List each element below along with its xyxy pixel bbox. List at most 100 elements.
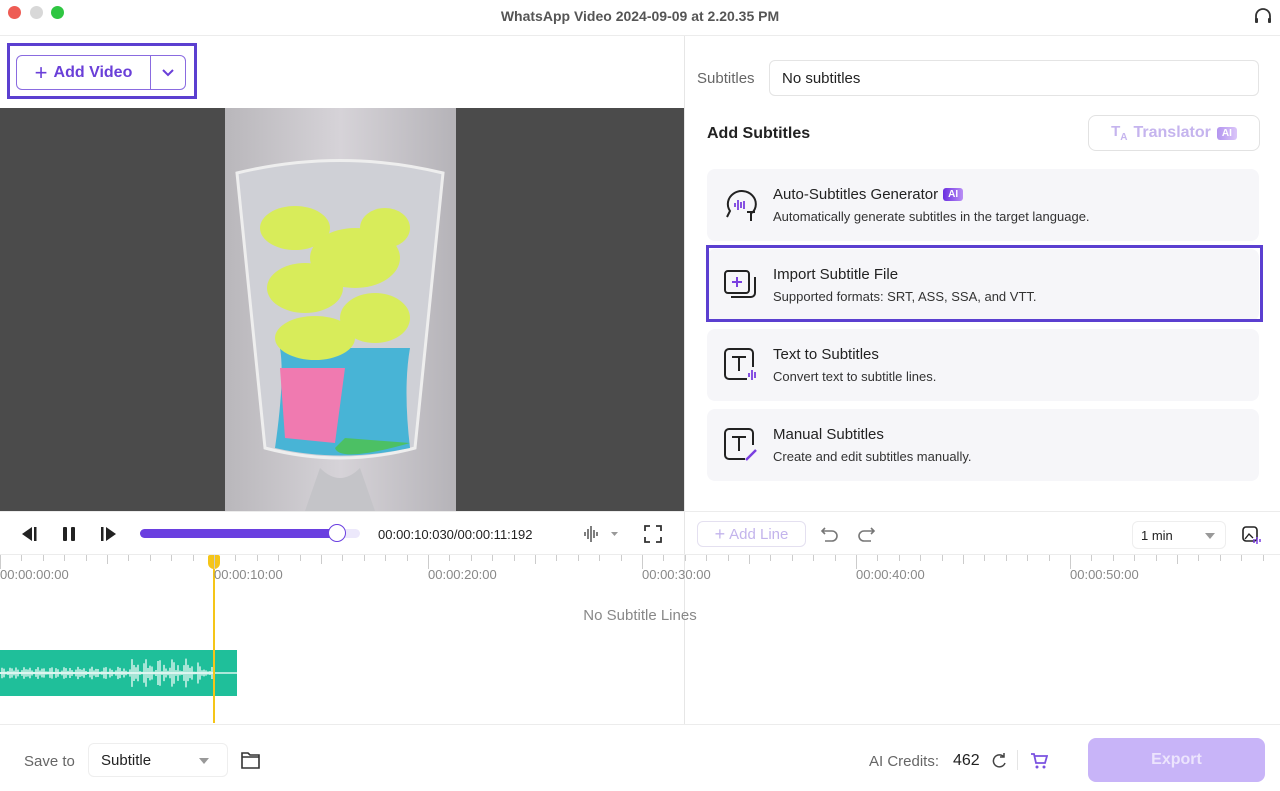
timeline-tick — [1112, 555, 1114, 561]
divider — [1017, 750, 1018, 770]
redo-icon[interactable] — [856, 525, 876, 543]
timeline-tick — [1262, 555, 1264, 561]
window-title: WhatsApp Video 2024-09-09 at 2.20.35 PM — [500, 8, 780, 24]
add-video-button[interactable]: + Add Video — [17, 56, 151, 89]
timeline-tick — [470, 555, 472, 561]
timeline-label: 00:00:50:00 — [1070, 567, 1139, 582]
image-audio-icon[interactable] — [1241, 525, 1261, 545]
audio-waveform — [0, 658, 237, 688]
folder-icon[interactable] — [240, 750, 262, 770]
save-to-select[interactable]: Subtitle — [88, 743, 228, 777]
save-to-label: Save to — [24, 753, 75, 770]
add-subtitles-heading: Add Subtitles — [707, 125, 811, 142]
timeline-tick — [749, 555, 750, 564]
timeline-tick — [535, 555, 536, 564]
timeline-tick — [920, 555, 922, 561]
timeline-tick — [299, 555, 301, 561]
timeline-tick — [171, 555, 173, 561]
video-preview[interactable] — [0, 108, 684, 511]
timeline-tick — [85, 555, 87, 561]
timeline-tick — [1048, 555, 1050, 561]
timeline-tick — [599, 555, 601, 561]
undo-icon[interactable] — [820, 525, 840, 543]
timeline-tick — [877, 555, 879, 561]
timeline-tick — [727, 555, 729, 561]
timeline-tick — [684, 555, 686, 561]
auto-subtitles-option[interactable]: Auto-Subtitles Generator AI Automatically … — [707, 169, 1259, 241]
timeline-tick — [813, 555, 815, 561]
text-waveform-icon — [724, 348, 756, 380]
text-to-subtitles-option[interactable]: Text to Subtitles Convert text to subtitl… — [707, 329, 1259, 401]
timeline-tick — [1177, 555, 1178, 564]
timeline-tick — [492, 555, 494, 561]
timeline-tick — [1091, 555, 1093, 561]
timeline-tick — [235, 555, 237, 561]
timeline-label: 00:00:30:00 — [642, 567, 711, 582]
timeline-label: 00:00:00:00 — [0, 567, 69, 582]
timeline-tick — [1198, 555, 1200, 561]
timeline-tick — [620, 555, 622, 561]
next-frame-icon[interactable] — [100, 526, 118, 542]
title-bar: WhatsApp Video 2024-09-09 at 2.20.35 PM — [0, 0, 1280, 36]
glass-image — [235, 159, 445, 511]
timeline-tick — [984, 555, 986, 561]
timeline-zoom-select[interactable]: 1 min — [1132, 521, 1226, 549]
timeline-tick — [770, 555, 772, 561]
timeline-tick — [1241, 555, 1243, 561]
headset-support-icon[interactable] — [1253, 7, 1273, 27]
progress-fill — [140, 529, 338, 538]
timeline-label: 00:00:10:00 — [214, 567, 283, 582]
add-video-dropdown[interactable] — [151, 56, 185, 89]
manual-subtitles-option[interactable]: Manual Subtitles Create and edit subtitle… — [707, 409, 1259, 481]
timeline-tick — [1134, 555, 1136, 561]
playback-controls: 00:00:10:030/00:00:11:192 + Add Line 1 mi… — [0, 511, 1280, 555]
timeline[interactable]: No Subtitle Lines 00:00:00:00 00:00:10:00… — [0, 555, 1280, 725]
timeline-tick — [1155, 555, 1157, 561]
timeline-tick — [107, 555, 108, 564]
subtitles-select[interactable]: No subtitles — [769, 60, 1259, 96]
plus-icon: + — [714, 523, 726, 544]
progress-slider[interactable] — [140, 524, 360, 542]
progress-handle[interactable] — [328, 524, 347, 542]
refresh-icon[interactable] — [990, 752, 1008, 770]
pause-icon[interactable] — [61, 526, 77, 542]
footer-bar: Save to Subtitle AI Credits: 462 Export — [0, 724, 1280, 791]
fullscreen-icon[interactable] — [644, 525, 662, 543]
no-subtitle-lines-text: No Subtitle Lines — [583, 607, 697, 624]
timeline-tick — [513, 555, 515, 561]
video-frame — [225, 108, 456, 511]
timeline-tick — [256, 555, 258, 561]
timeline-tick — [663, 555, 665, 561]
audio-waveform-track[interactable] — [0, 650, 237, 696]
timeline-tick — [64, 555, 66, 561]
timeline-tick — [834, 555, 836, 561]
previous-frame-icon[interactable] — [20, 526, 38, 542]
ai-badge: AI — [943, 188, 964, 201]
timeline-tick — [556, 555, 558, 561]
audio-waveform-dropdown-icon[interactable] — [583, 525, 623, 543]
timeline-tick — [791, 555, 793, 561]
timeline-label: 00:00:40:00 — [856, 567, 925, 582]
ai-badge: AI — [1216, 126, 1237, 140]
export-button[interactable]: Export — [1088, 738, 1265, 782]
text-edit-icon — [724, 428, 757, 461]
caret-down-icon — [1205, 533, 1215, 539]
timeline-tick — [577, 555, 579, 561]
timeline-tick — [449, 555, 451, 561]
ai-credits-label: AI Credits: — [869, 753, 940, 770]
timeline-tick — [1005, 555, 1007, 561]
chevron-down-icon — [162, 68, 174, 76]
timeline-tick — [149, 555, 151, 561]
translator-button[interactable]: TA Translator AI — [1088, 115, 1260, 151]
timeline-tick — [278, 555, 280, 561]
timeline-tick — [706, 555, 708, 561]
timeline-label: 00:00:20:00 — [428, 567, 497, 582]
timeline-tick — [342, 555, 344, 561]
timeline-tick — [192, 555, 194, 561]
cart-icon[interactable] — [1030, 752, 1048, 770]
add-line-button[interactable]: + Add Line — [697, 521, 806, 547]
timeline-tick — [21, 555, 23, 561]
waveform-path — [0, 658, 237, 688]
timeline-tick — [363, 555, 365, 561]
caret-down-icon — [199, 758, 209, 764]
